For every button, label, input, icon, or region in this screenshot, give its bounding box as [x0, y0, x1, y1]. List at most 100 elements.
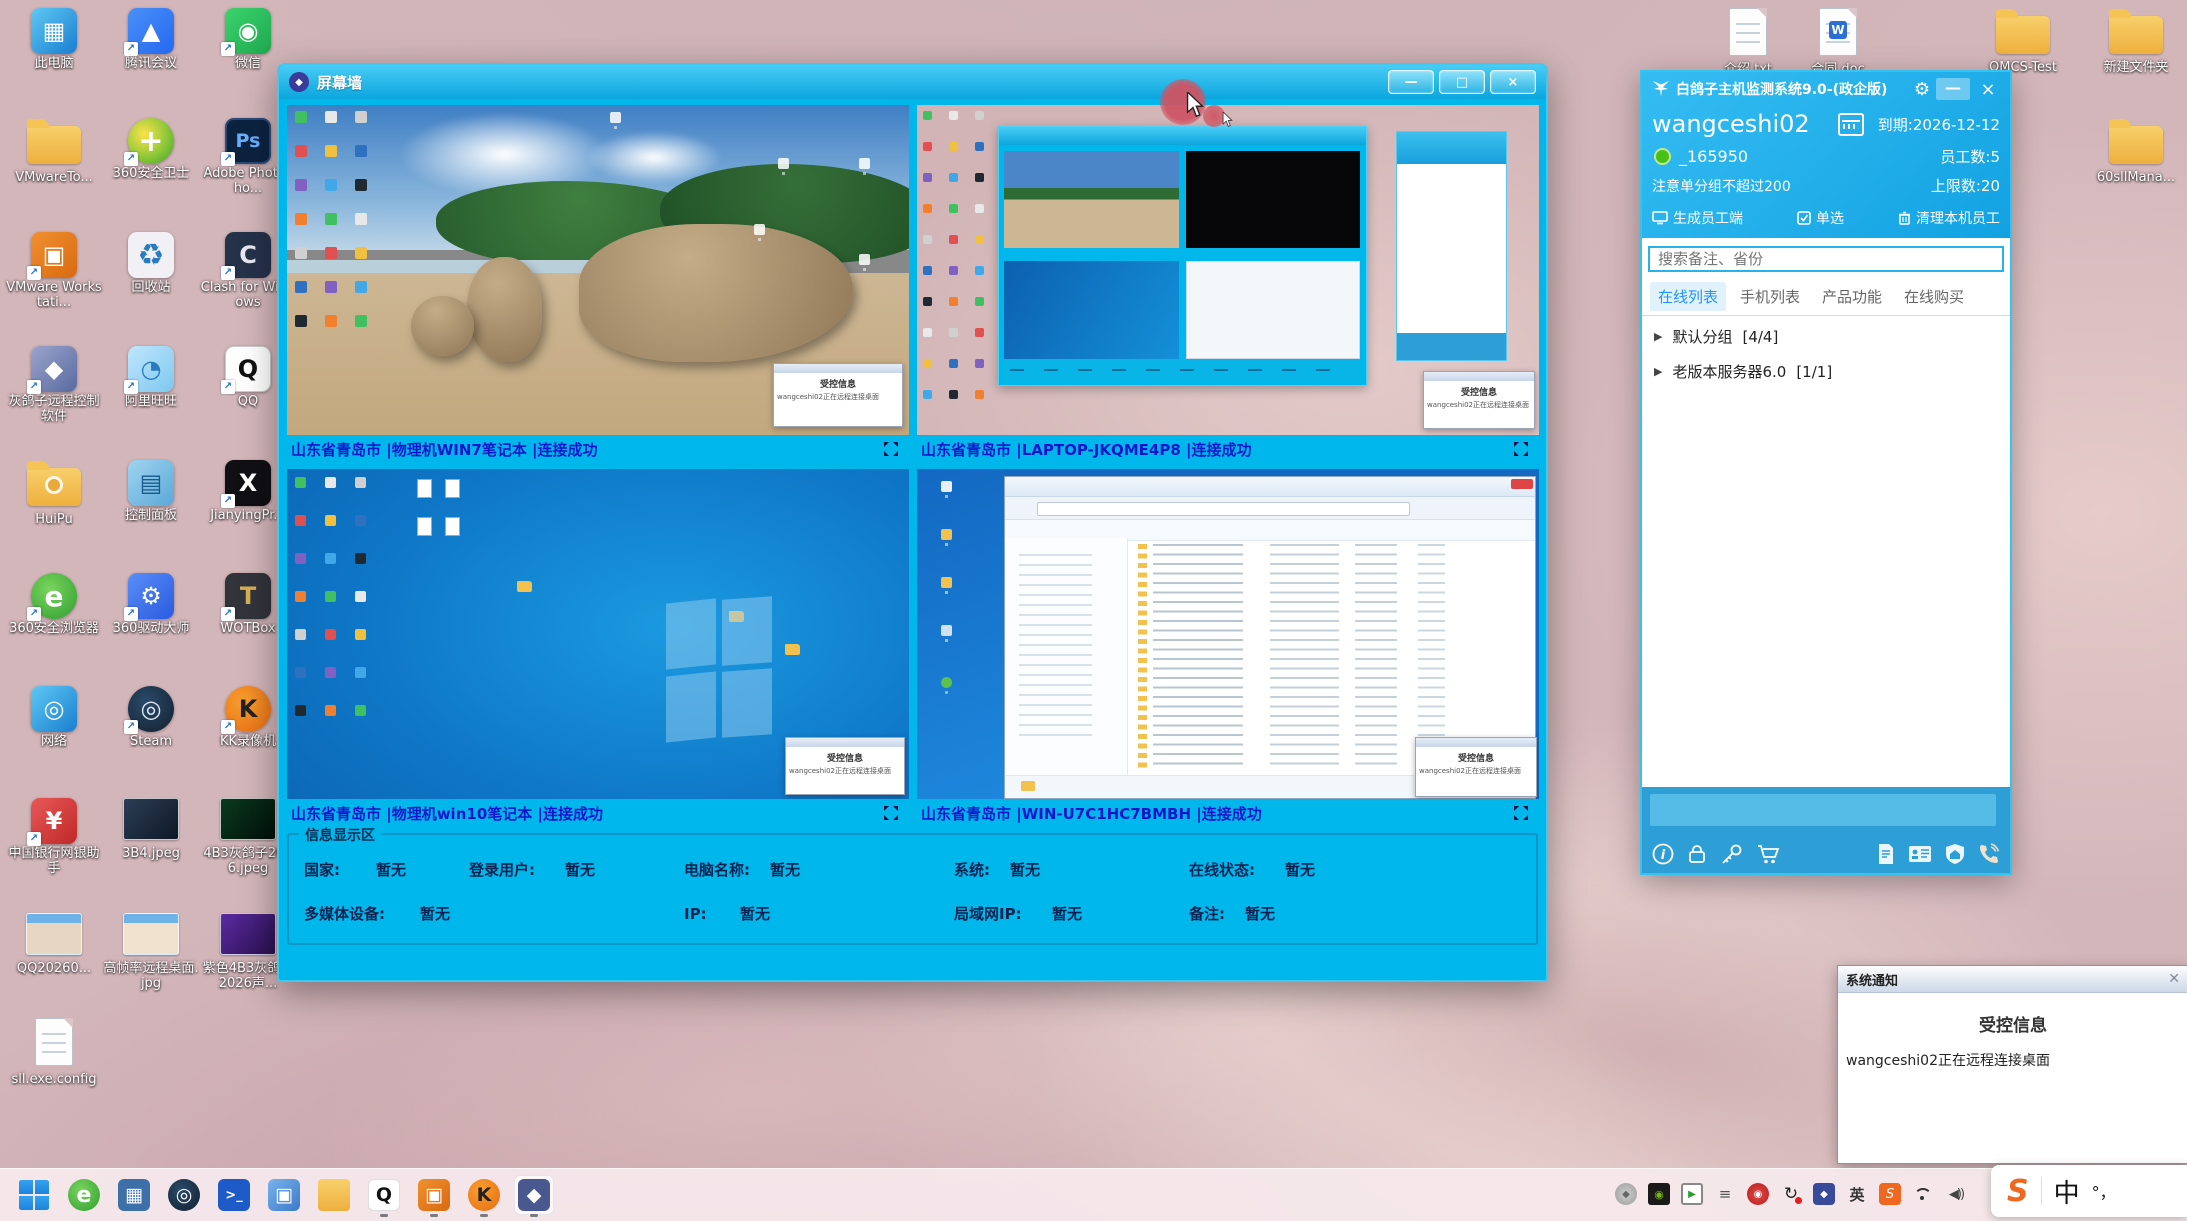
tray-sogou-icon[interactable]: S: [1879, 1183, 1901, 1205]
tab-active[interactable]: 在线列表: [1650, 282, 1726, 311]
tray-recording-sync-icon[interactable]: ↻: [1780, 1183, 1802, 1205]
tab-item[interactable]: 在线购买: [1896, 282, 1972, 315]
taskbar-pigeon-monitor[interactable]: ◆: [514, 1175, 554, 1215]
expand-icon[interactable]: [1511, 439, 1531, 459]
mouse-cursor-icon: [1186, 92, 1204, 119]
screen-wall-titlebar[interactable]: ◆ 屏幕墙 — □ ×: [279, 65, 1546, 99]
info-field: 在线状态:暂无: [1189, 859, 1315, 880]
expand-icon[interactable]: [881, 439, 901, 459]
tray-kk-red-icon[interactable]: ◉: [1747, 1183, 1769, 1205]
cart-icon[interactable]: [1756, 843, 1780, 865]
expand-icon[interactable]: [881, 803, 901, 823]
report-doc-icon[interactable]: [1876, 843, 1896, 865]
taskbar-start-button[interactable]: [14, 1175, 54, 1215]
gear-icon[interactable]: ⚙: [1914, 79, 1930, 100]
chevron-right-icon[interactable]: ▶: [1654, 330, 1662, 343]
desktop-icon[interactable]: ◔↗阿里旺旺: [103, 346, 199, 410]
tray-wifi-icon[interactable]: [1912, 1183, 1934, 1205]
phone-icon[interactable]: [1978, 843, 2000, 865]
desktop-icon[interactable]: 高帧率远程桌面.jpg: [103, 913, 199, 992]
taskbar-qq[interactable]: Q: [364, 1175, 404, 1215]
lock-icon[interactable]: [1686, 843, 1708, 865]
tray-volume-mixer-icon[interactable]: ≡: [1714, 1183, 1736, 1205]
single-select-button[interactable]: 单选: [1797, 208, 1844, 228]
ime-punctuation-toggle[interactable]: °，: [2092, 1179, 2116, 1203]
close-button[interactable]: ×: [1490, 70, 1536, 94]
taskbar-file-explorer[interactable]: [314, 1175, 354, 1215]
desktop-icon[interactable]: QQ20260...: [6, 913, 102, 977]
notification-titlebar[interactable]: 系统通知 ✕: [1838, 966, 2187, 993]
minimize-button[interactable]: —: [1388, 70, 1434, 94]
taskbar-calculator[interactable]: ▦: [114, 1175, 154, 1215]
taskbar-steam[interactable]: ◎: [164, 1175, 204, 1215]
desktop-icon[interactable]: ◉↗微信: [200, 8, 296, 72]
ime-toolbar[interactable]: S 中 °，: [1991, 1165, 2187, 1217]
desktop-icon[interactable]: OMCS-Test: [1975, 8, 2071, 76]
remote-screen-cell-2[interactable]: 受控信息wangceshi02正在远程连接桌面 山东省青岛市 |LAPTOP-J…: [917, 105, 1539, 463]
panel-close-button[interactable]: ×: [1976, 79, 2000, 100]
taskbar-vmware[interactable]: ▣: [414, 1175, 454, 1215]
desktop-icon[interactable]: ◎↗Steam: [103, 686, 199, 750]
panel-command-input[interactable]: [1650, 794, 1996, 826]
calendar-icon[interactable]: [1838, 113, 1864, 136]
maximize-button[interactable]: □: [1439, 70, 1485, 94]
tray-pigeon-gray-icon[interactable]: ◆: [1615, 1183, 1637, 1205]
tab-item[interactable]: 产品功能: [1814, 282, 1890, 315]
taskbar-powershell[interactable]: >_: [214, 1175, 254, 1215]
tray-nvidia-icon[interactable]: ◉: [1648, 1183, 1670, 1205]
calculator-icon: ▦: [118, 1179, 150, 1211]
tray-screen-share-icon[interactable]: ▶: [1681, 1183, 1703, 1205]
key-icon[interactable]: [1720, 843, 1744, 865]
clean-local-button[interactable]: 清理本机员工: [1898, 208, 2000, 228]
desktop-icon[interactable]: ◎网络: [6, 686, 102, 750]
group-row[interactable]: ▶默认分组[4/4]: [1642, 316, 2010, 351]
desktop-icon[interactable]: W合同.doc: [1790, 8, 1886, 78]
taskbar-remote-desktop[interactable]: ▣: [264, 1175, 304, 1215]
taskbar-kk-recorder[interactable]: K: [464, 1175, 504, 1215]
desktop-icon[interactable]: 介绍.txt: [1700, 8, 1796, 78]
desktop-icon[interactable]: ♻回收站: [103, 232, 199, 296]
expand-icon[interactable]: [1511, 803, 1531, 823]
desktop-icon[interactable]: ▦此电脑: [6, 8, 102, 72]
info-icon[interactable]: i: [1652, 843, 1674, 865]
folder-icon: [2109, 16, 2163, 54]
notification-close-icon[interactable]: ✕: [2168, 971, 2180, 987]
generate-client-button[interactable]: 生成员工端: [1652, 208, 1743, 228]
desktop-icon[interactable]: VMwareTo...: [6, 118, 102, 186]
taskbar-browser-360[interactable]: e: [64, 1175, 104, 1215]
ime-language-toggle[interactable]: 中: [2054, 1173, 2080, 1210]
sogou-logo[interactable]: S: [2007, 1174, 2029, 1209]
desktop-icon[interactable]: 3B4.jpeg: [103, 798, 199, 862]
panel-minimize-button[interactable]: —: [1936, 78, 1970, 100]
group-row[interactable]: ▶老版本服务器6.0[1/1]: [1642, 351, 2010, 386]
desktop-icon[interactable]: 新建文件夹: [2088, 8, 2184, 76]
tray-pigeon-blue-icon[interactable]: ◆: [1813, 1183, 1835, 1205]
folder-icon: [1996, 16, 2050, 54]
remote-screen-cell-4[interactable]: 受控信息wangceshi02正在远程连接桌面 山东省青岛市 |WIN-U7C1…: [917, 469, 1539, 827]
desktop-icon[interactable]: ◆↗灰鸽子远程控制软件: [6, 346, 102, 425]
cell-caption-3: 山东省青岛市 |物理机win10笔记本 |连接成功: [287, 799, 909, 827]
desktop-icon[interactable]: ¥↗中国银行网银助手: [6, 798, 102, 877]
desktop-icon[interactable]: +↗360安全卫士: [103, 118, 199, 182]
desktop-icon[interactable]: ⚙↗360驱动大师: [103, 573, 199, 637]
shield-home-icon[interactable]: [1944, 843, 1966, 865]
chevron-right-icon[interactable]: ▶: [1654, 365, 1662, 378]
staff-count: 员工数:5: [1940, 146, 2000, 167]
desktop-icon[interactable]: ▲↗腾讯会议: [103, 8, 199, 72]
shortcut-arrow-icon: ↗: [124, 42, 138, 56]
online-status-dot: [1654, 148, 1671, 165]
id-card-icon[interactable]: [1908, 843, 1932, 865]
desktop-icon[interactable]: ▣↗VMware Workstati...: [6, 232, 102, 311]
remote-screen-cell-3[interactable]: 受控信息wangceshi02正在远程连接桌面 山东省青岛市 |物理机win10…: [287, 469, 909, 827]
search-input[interactable]: [1648, 246, 2004, 272]
desktop-icon[interactable]: HuiPu: [6, 460, 102, 528]
desktop-icon[interactable]: 60sllMana...: [2088, 118, 2184, 186]
tray-speaker-icon[interactable]: ◀)): [1945, 1183, 1967, 1205]
shortcut-arrow-icon: ↗: [27, 607, 41, 621]
desktop-icon[interactable]: sll.exe.config: [6, 1018, 102, 1088]
desktop-icon[interactable]: ▤控制面板: [103, 460, 199, 524]
tray-ime-en-icon[interactable]: 英: [1846, 1183, 1868, 1205]
tab-item[interactable]: 手机列表: [1732, 282, 1808, 315]
remote-screen-cell-1[interactable]: 受控信息wangceshi02正在远程连接桌面 山东省青岛市 |物理机WIN7笔…: [287, 105, 909, 463]
desktop-icon[interactable]: e↗360安全浏览器: [6, 573, 102, 637]
